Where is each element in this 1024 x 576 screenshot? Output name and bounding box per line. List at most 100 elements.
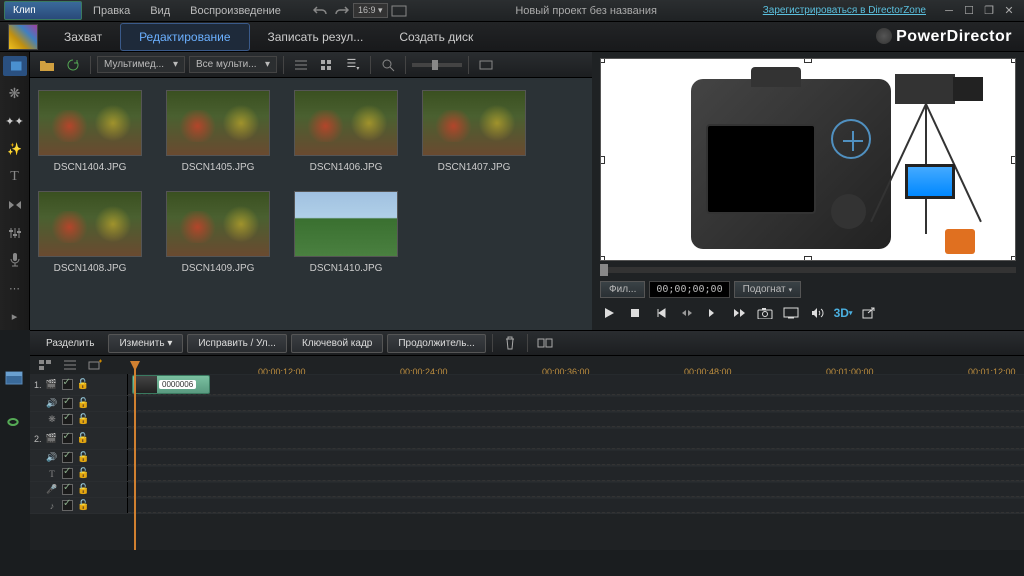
track-body-audio-1[interactable] — [128, 396, 1024, 411]
resize-handle[interactable] — [804, 58, 812, 63]
minimize-button[interactable]: ─ — [942, 4, 956, 18]
refresh-button[interactable] — [62, 55, 84, 75]
3d-button[interactable]: 3D▾ — [834, 304, 852, 322]
track-body-audio-2[interactable] — [128, 450, 1024, 465]
tl-collapse-tracks[interactable] — [59, 356, 81, 375]
track-header-audio-1[interactable]: 🔊 🔓 — [30, 396, 128, 411]
sort-button[interactable] — [475, 55, 497, 75]
tl-modify-button[interactable]: Изменить ▾ — [108, 334, 183, 353]
tl-add-track[interactable] — [84, 356, 106, 375]
resize-handle[interactable] — [1011, 156, 1016, 164]
tl-view-timeline[interactable] — [4, 368, 26, 390]
sidebar-tab-particle[interactable]: ✨ — [3, 139, 27, 159]
media-thumbnail[interactable]: DSCN1407.JPG — [422, 90, 526, 173]
prev-button[interactable] — [652, 304, 670, 322]
track-header-voice[interactable]: 🎤 🔓 — [30, 482, 128, 497]
snapshot-button[interactable] — [756, 304, 774, 322]
close-button[interactable]: ✕ — [1002, 4, 1016, 18]
register-link[interactable]: Зарегистрироваться в DirectorZone — [763, 5, 926, 16]
media-filter-dropdown[interactable]: Все мульти...▾ — [189, 56, 277, 73]
preview-mode-movie[interactable]: Фил... — [600, 281, 645, 298]
track-visible-toggle[interactable] — [62, 379, 73, 390]
track-lock-toggle[interactable]: 🔓 — [77, 484, 89, 495]
resize-handle[interactable] — [600, 256, 605, 261]
tl-keyframe-button[interactable]: Ключевой кадр — [291, 334, 383, 353]
tl-more-tools-button[interactable] — [534, 333, 556, 353]
preview-canvas[interactable] — [600, 58, 1016, 261]
preview-scrubber[interactable] — [600, 267, 1016, 273]
playhead[interactable] — [134, 365, 136, 550]
preview-quality-button[interactable] — [782, 304, 800, 322]
mode-tab-capture[interactable]: Захват — [46, 24, 120, 50]
step-back-button[interactable] — [678, 304, 696, 322]
track-lock-toggle[interactable]: 🔓 — [77, 500, 89, 511]
track-header-title[interactable]: T 🔓 — [30, 466, 128, 481]
media-thumbnail[interactable]: DSCN1405.JPG — [166, 90, 270, 173]
sidebar-tab-effects[interactable]: ❋ — [3, 84, 27, 104]
undo-button[interactable] — [309, 1, 331, 21]
sidebar-tab-more[interactable]: ⋯ — [3, 278, 27, 298]
track-body-fx[interactable] — [128, 412, 1024, 427]
tl-split-button[interactable]: Разделить — [36, 335, 104, 352]
sidebar-tab-voice[interactable] — [3, 251, 27, 271]
restore-button[interactable]: ❐ — [982, 4, 996, 18]
sidebar-tab-transition[interactable] — [3, 195, 27, 215]
track-lock-toggle[interactable]: 🔓 — [77, 433, 89, 444]
preview-fit-dropdown[interactable]: Подогнат▾ — [734, 281, 802, 298]
aspect-ratio-selector[interactable]: 16:9 ▾ — [353, 3, 388, 18]
track-body-voice[interactable] — [128, 482, 1024, 497]
display-mode-button[interactable] — [388, 1, 410, 21]
menu-edit[interactable]: Правка — [83, 5, 140, 17]
track-body-music[interactable] — [128, 498, 1024, 513]
track-audible-toggle[interactable] — [62, 398, 73, 409]
tl-track-manager[interactable] — [34, 356, 56, 375]
resize-handle[interactable] — [804, 256, 812, 261]
resize-handle[interactable] — [1011, 58, 1016, 63]
sidebar-tab-pip[interactable]: ✦✦ — [3, 112, 27, 132]
preview-timecode[interactable]: 00;00;00;00 — [649, 281, 729, 298]
timeline-clip[interactable]: 0000006 — [132, 375, 210, 394]
next-button[interactable] — [730, 304, 748, 322]
search-button[interactable] — [377, 55, 399, 75]
view-details-button[interactable] — [290, 55, 312, 75]
track-lock-toggle[interactable]: 🔓 — [77, 398, 89, 409]
track-lock-toggle[interactable]: 🔓 — [77, 468, 89, 479]
sidebar-tab-title[interactable]: T — [3, 167, 27, 187]
track-body-video-2[interactable] — [128, 428, 1024, 449]
track-visible-toggle[interactable] — [62, 433, 73, 444]
tl-delete-button[interactable] — [499, 333, 521, 353]
resize-handle[interactable] — [600, 58, 605, 63]
sidebar-expand[interactable]: ▸ — [3, 306, 27, 326]
track-visible-toggle[interactable] — [62, 414, 73, 425]
track-body-title[interactable] — [128, 466, 1024, 481]
tl-fix-button[interactable]: Исправить / Ул... — [187, 334, 287, 353]
import-button[interactable] — [36, 55, 58, 75]
mode-tab-produce[interactable]: Записать резул... — [250, 24, 382, 50]
stop-button[interactable] — [626, 304, 644, 322]
track-header-video-2[interactable]: 2. 🎬 🔓 — [30, 428, 128, 449]
mode-tab-disc[interactable]: Создать диск — [381, 24, 491, 50]
undock-button[interactable] — [860, 304, 878, 322]
play-button[interactable] — [600, 304, 618, 322]
media-thumbnail[interactable]: DSCN1409.JPG — [166, 191, 270, 274]
media-thumbnail[interactable]: DSCN1408.JPG — [38, 191, 142, 274]
track-visible-toggle[interactable] — [62, 468, 73, 479]
menu-view[interactable]: Вид — [140, 5, 180, 17]
sidebar-tab-mixer[interactable] — [3, 223, 27, 243]
tl-duration-button[interactable]: Продолжитель... — [387, 334, 485, 353]
track-lock-toggle[interactable]: 🔓 — [77, 414, 89, 425]
library-menu-button[interactable]: ☰▾ — [342, 55, 364, 75]
track-body-video-1[interactable]: 0000006 — [128, 374, 1024, 395]
track-header-fx[interactable]: ❋ 🔓 — [30, 412, 128, 427]
tl-view-storyboard[interactable] — [4, 408, 26, 430]
track-lock-toggle[interactable]: 🔓 — [77, 452, 89, 463]
media-thumbnail[interactable]: DSCN1410.JPG — [294, 191, 398, 274]
sidebar-tab-media[interactable] — [3, 56, 27, 76]
view-thumbs-button[interactable] — [316, 55, 338, 75]
media-category-dropdown[interactable]: Мультимед...▾ — [97, 56, 185, 73]
track-header-video-1[interactable]: 1. 🎬 🔓 — [30, 374, 128, 395]
track-header-music[interactable]: ♪ 🔓 — [30, 498, 128, 513]
mode-tab-edit[interactable]: Редактирование — [120, 23, 249, 51]
preview-mode-clip[interactable]: Клип — [4, 1, 82, 20]
media-thumbnail[interactable]: DSCN1404.JPG — [38, 90, 142, 173]
